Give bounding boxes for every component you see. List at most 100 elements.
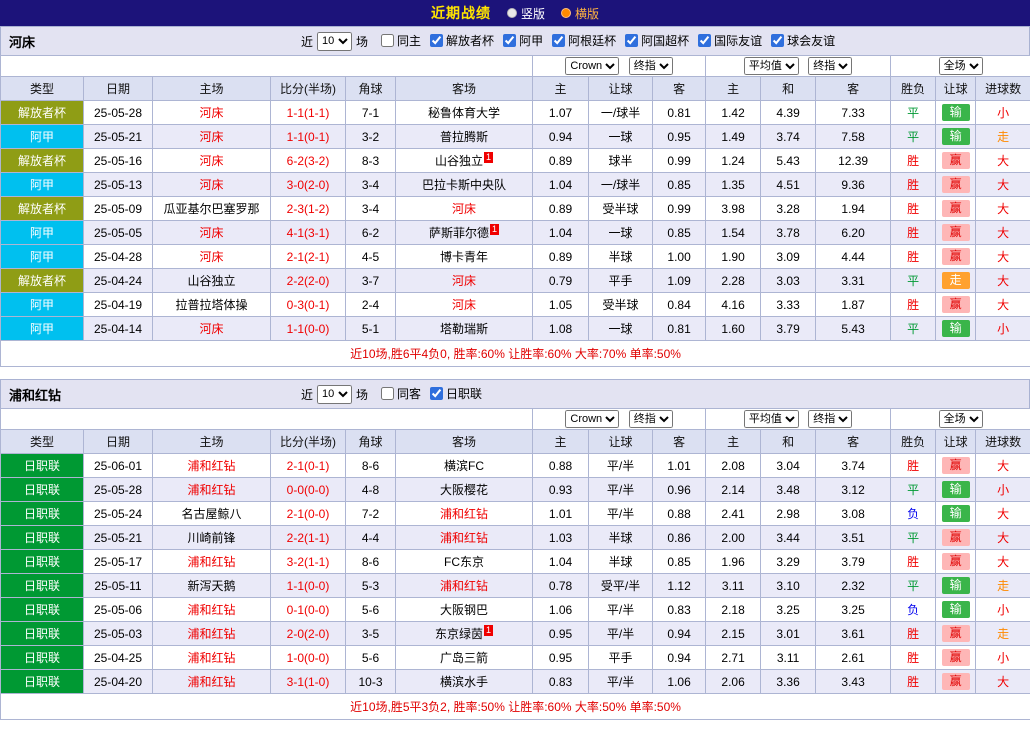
home-team[interactable]: 河床: [153, 317, 271, 341]
euro-odds-value: 1.24: [706, 149, 761, 173]
away-team[interactable]: 秘鲁体育大学: [396, 101, 533, 125]
asian-odds-value: 0.95: [533, 622, 589, 646]
away-team[interactable]: 大阪樱花: [396, 478, 533, 502]
league-filter[interactable]: 球会友谊: [771, 32, 835, 49]
asian-odds-value: 0.99: [653, 197, 706, 221]
home-team[interactable]: 河床: [153, 149, 271, 173]
league-filter[interactable]: 阿根廷杯: [552, 32, 616, 49]
euro-average-select[interactable]: 平均值: [744, 410, 799, 428]
scope-select[interactable]: 全场: [939, 410, 983, 428]
league-filter-checkbox[interactable]: [771, 34, 784, 47]
asian-odds-value: 0.81: [653, 317, 706, 341]
asian-odds-value: 0.89: [533, 197, 589, 221]
away-team[interactable]: 东京绿茵1: [396, 622, 533, 646]
euro-odds-value: 2.15: [706, 622, 761, 646]
away-team[interactable]: 浦和红钻: [396, 526, 533, 550]
league-filter-checkbox[interactable]: [430, 34, 443, 47]
col-wdl: 胜负: [891, 430, 936, 454]
away-team[interactable]: 浦和红钻: [396, 574, 533, 598]
away-team[interactable]: 河床: [396, 293, 533, 317]
league-filter-checkbox[interactable]: [430, 387, 443, 400]
home-team[interactable]: 名古屋鲸八: [153, 502, 271, 526]
league-filter[interactable]: 解放者杯: [430, 32, 494, 49]
away-team[interactable]: 山谷独立1: [396, 149, 533, 173]
recent-count-select[interactable]: 10: [317, 32, 352, 51]
home-team[interactable]: 山谷独立: [153, 269, 271, 293]
goals-result: 小: [976, 101, 1030, 125]
league-filter-checkbox[interactable]: [698, 34, 711, 47]
home-team[interactable]: 浦和红钻: [153, 598, 271, 622]
league-filter-checkbox[interactable]: [503, 34, 516, 47]
away-team[interactable]: 塔勒瑞斯: [396, 317, 533, 341]
league-filter[interactable]: 阿国超杯: [625, 32, 689, 49]
home-team[interactable]: 浦和红钻: [153, 550, 271, 574]
col-type: 类型: [1, 430, 84, 454]
same-venue-filter[interactable]: 同主: [381, 32, 421, 49]
euro-odds-value: 1.49: [706, 125, 761, 149]
col-asian-away: 客: [653, 430, 706, 454]
away-team[interactable]: 萨斯菲尔德1: [396, 221, 533, 245]
home-team[interactable]: 河床: [153, 221, 271, 245]
asian-odds-value: 1.05: [533, 293, 589, 317]
wdl-result: 胜: [891, 149, 936, 173]
euro-final-index-select[interactable]: 终指: [808, 410, 852, 428]
odds-source-select[interactable]: Crown: [565, 57, 619, 75]
home-team[interactable]: 新泻天鹅: [153, 574, 271, 598]
euro-final-index-select[interactable]: 终指: [808, 57, 852, 75]
col-asian-home: 主: [533, 430, 589, 454]
away-team[interactable]: 广岛三箭: [396, 646, 533, 670]
col-goals: 进球数: [976, 430, 1030, 454]
same-venue-filter-checkbox[interactable]: [381, 34, 394, 47]
euro-odds-value: 9.36: [816, 173, 891, 197]
corner-count: 3-4: [346, 197, 396, 221]
odds-source-select[interactable]: Crown: [565, 410, 619, 428]
euro-odds-value: 2.00: [706, 526, 761, 550]
handicap-result: 赢: [936, 245, 976, 269]
corner-count: 3-7: [346, 269, 396, 293]
recent-count-select[interactable]: 10: [317, 385, 352, 404]
home-team[interactable]: 川崎前锋: [153, 526, 271, 550]
away-team[interactable]: 博卡青年: [396, 245, 533, 269]
home-team[interactable]: 浦和红钻: [153, 454, 271, 478]
away-team[interactable]: 河床: [396, 269, 533, 293]
away-team[interactable]: 巴拉卡斯中央队: [396, 173, 533, 197]
home-team[interactable]: 瓜亚基尔巴塞罗那: [153, 197, 271, 221]
same-venue-filter-checkbox[interactable]: [381, 387, 394, 400]
league-filter[interactable]: 日职联: [430, 385, 482, 402]
col-goals: 进球数: [976, 77, 1030, 101]
asian-odds-value: 一/球半: [589, 101, 653, 125]
wdl-result: 胜: [891, 646, 936, 670]
handicap-result: 赢: [936, 293, 976, 317]
euro-average-select[interactable]: 平均值: [744, 57, 799, 75]
away-team-name: 大阪钢巴: [440, 603, 488, 617]
layout-option-horizontal[interactable]: 横版: [561, 5, 599, 22]
home-team[interactable]: 河床: [153, 125, 271, 149]
home-team[interactable]: 浦和红钻: [153, 478, 271, 502]
home-team[interactable]: 河床: [153, 101, 271, 125]
away-team[interactable]: 浦和红钻: [396, 502, 533, 526]
home-team[interactable]: 河床: [153, 245, 271, 269]
home-team[interactable]: 浦和红钻: [153, 646, 271, 670]
home-team[interactable]: 浦和红钻: [153, 622, 271, 646]
home-team[interactable]: 河床: [153, 173, 271, 197]
asian-final-index-select[interactable]: 终指: [629, 410, 673, 428]
col-euro-away: 客: [816, 430, 891, 454]
away-team[interactable]: 河床: [396, 197, 533, 221]
scope-select[interactable]: 全场: [939, 57, 983, 75]
league-filter[interactable]: 阿甲: [503, 32, 543, 49]
away-team[interactable]: 大阪钢巴: [396, 598, 533, 622]
league-filter[interactable]: 国际友谊: [698, 32, 762, 49]
home-team[interactable]: 拉普拉塔体操: [153, 293, 271, 317]
same-venue-filter[interactable]: 同客: [381, 385, 421, 402]
asian-final-index-select[interactable]: 终指: [629, 57, 673, 75]
league-filter-checkbox[interactable]: [625, 34, 638, 47]
away-team[interactable]: FC东京: [396, 550, 533, 574]
asian-odds-value: 0.96: [653, 478, 706, 502]
away-team[interactable]: 横滨FC: [396, 454, 533, 478]
layout-option-vertical[interactable]: 竖版: [507, 5, 545, 22]
away-team[interactable]: 横滨水手: [396, 670, 533, 694]
away-team[interactable]: 普拉腾斯: [396, 125, 533, 149]
home-team[interactable]: 浦和红钻: [153, 670, 271, 694]
handicap-result-badge: 输: [942, 481, 970, 498]
league-filter-checkbox[interactable]: [552, 34, 565, 47]
